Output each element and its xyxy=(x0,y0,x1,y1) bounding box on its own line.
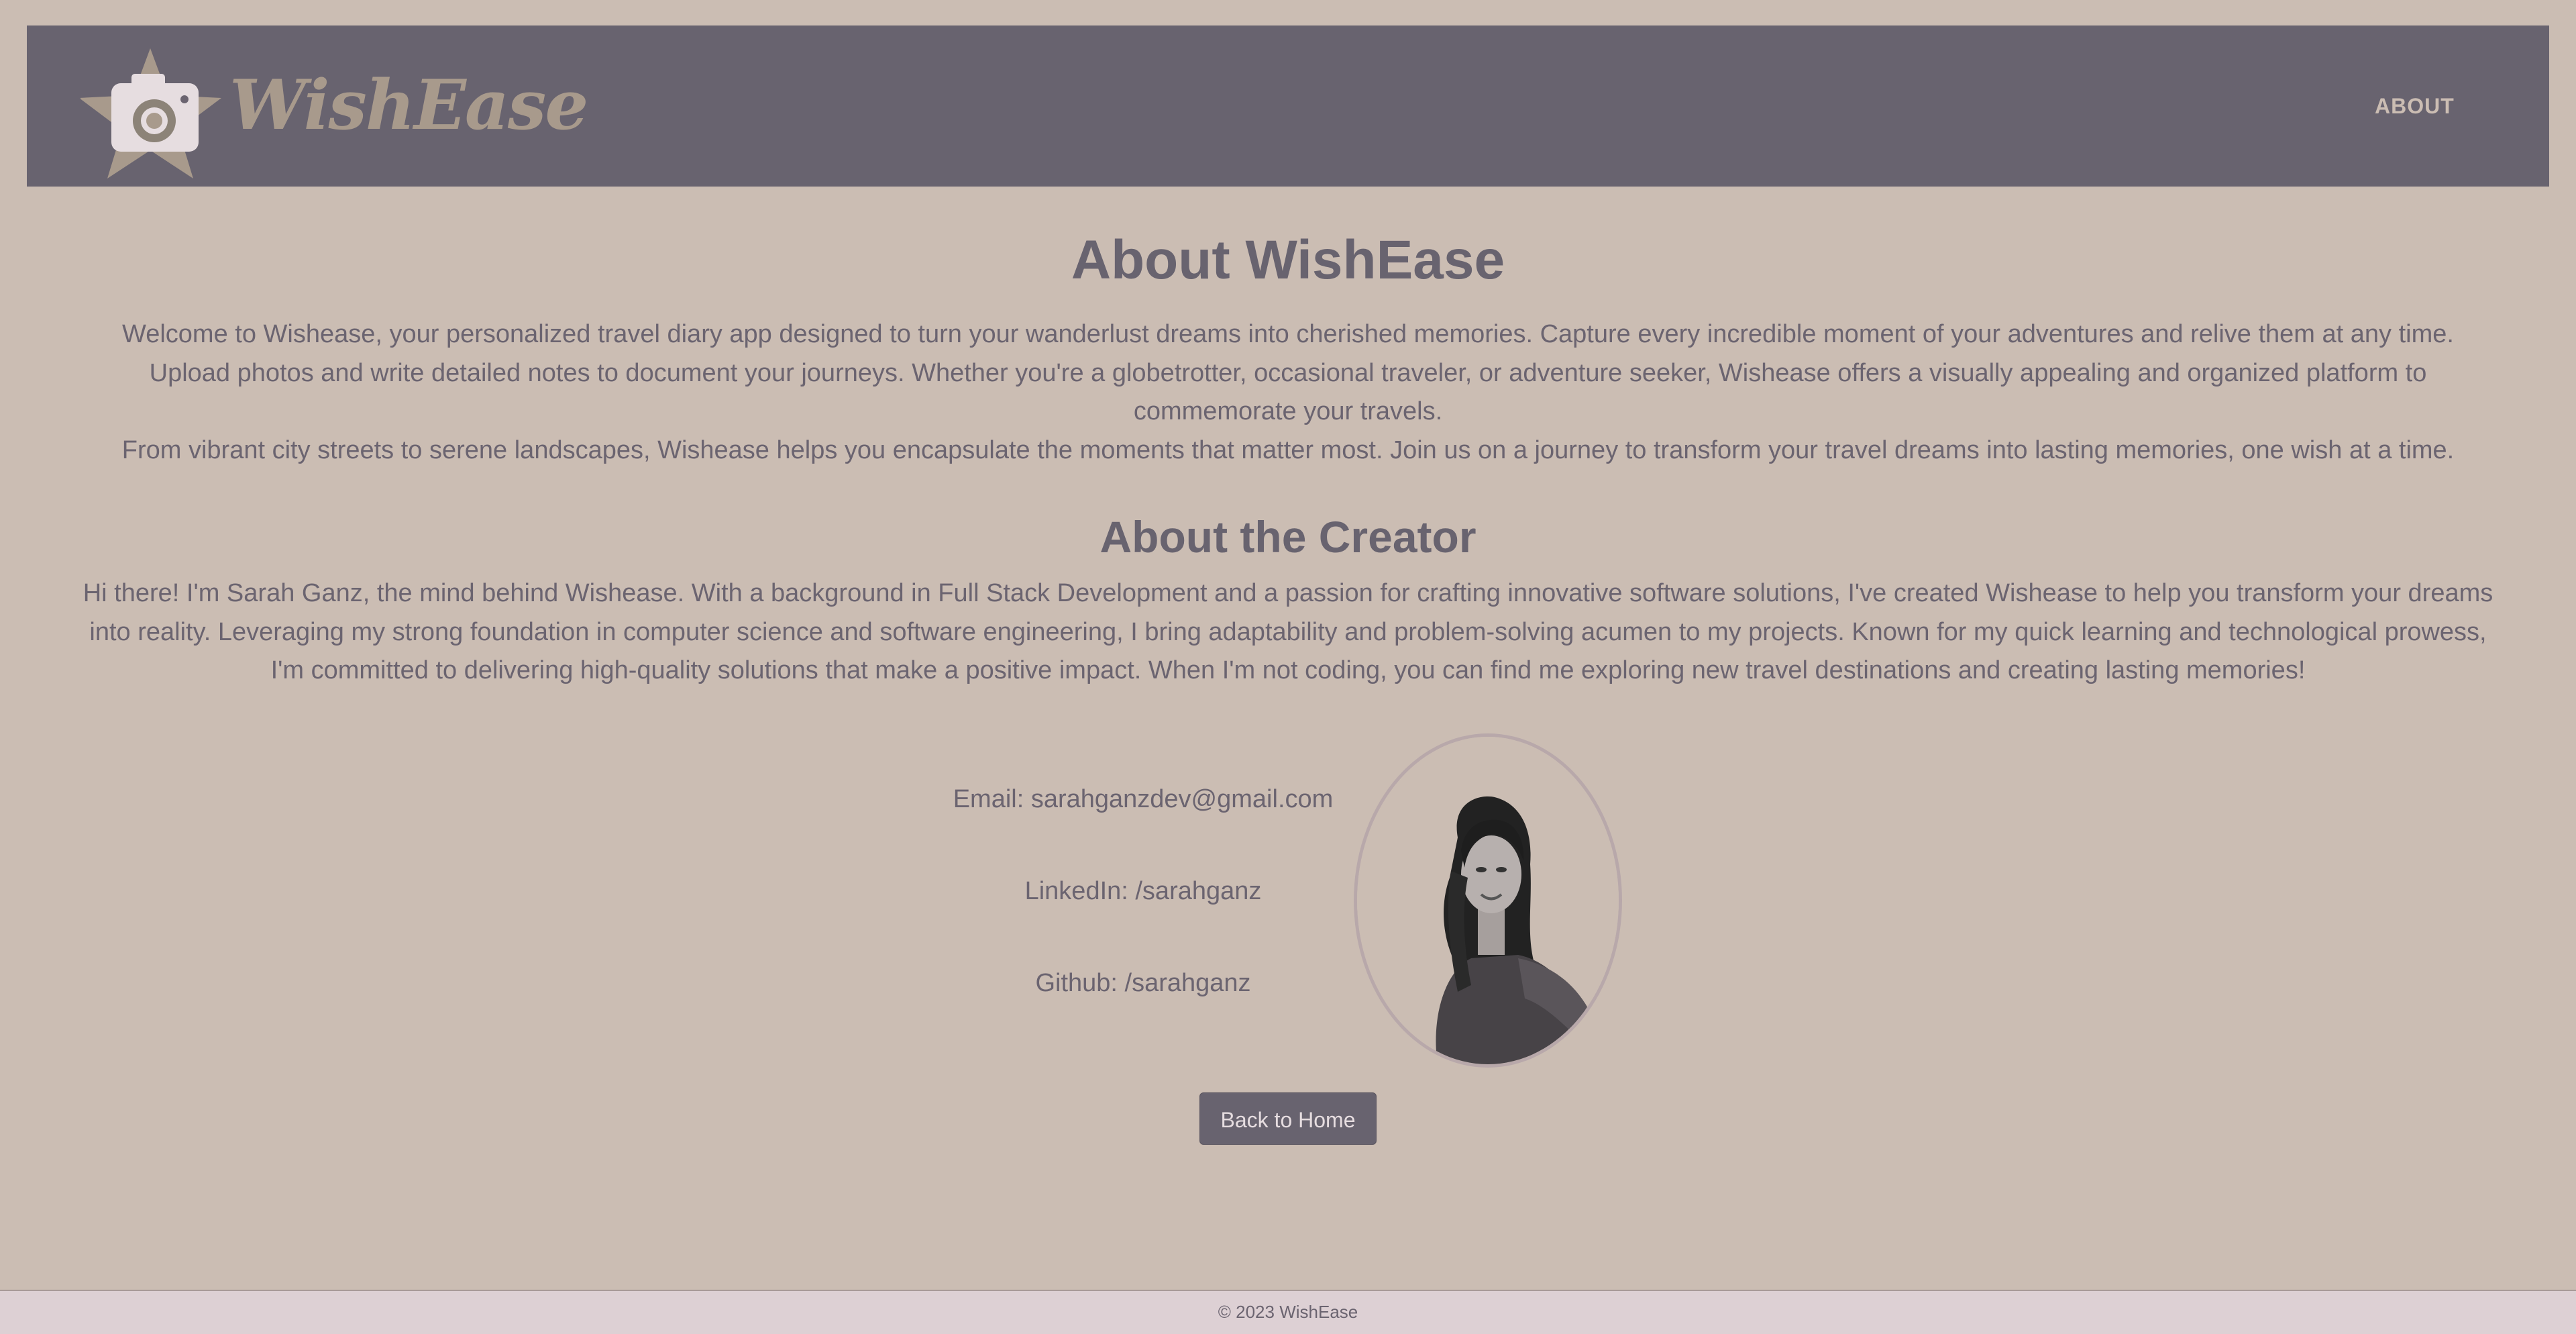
about-paragraph-line: From vibrant city streets to serene land… xyxy=(121,435,2455,464)
navbar: WishEase ABOUT xyxy=(27,25,2549,187)
footer: © 2023 WishEase xyxy=(0,1290,2576,1334)
nav-link-about[interactable]: ABOUT xyxy=(2375,93,2455,119)
back-to-home-button[interactable]: Back to Home xyxy=(1199,1092,1377,1145)
contact-linkedin[interactable]: LinkedIn: /sarahganz xyxy=(875,874,1411,908)
brand-logo-link[interactable]: WishEase xyxy=(80,36,588,178)
creator-paragraph-line: Hi there! I'm Sarah Ganz, the mind behin… xyxy=(83,579,2493,607)
about-paragraph: Welcome to Wishease, your personalized t… xyxy=(0,315,2576,470)
creator-title: About the Creator xyxy=(1099,512,1477,562)
contact-github[interactable]: Github: /sarahganz xyxy=(875,966,1411,1000)
camera-star-logo-icon xyxy=(80,48,221,178)
creator-photo xyxy=(1354,733,1622,1068)
about-paragraph-line: Upload photos and write detailed notes t… xyxy=(149,358,2427,387)
creator-paragraph-line: I'm committed to delivering high-quality… xyxy=(270,656,2306,684)
creator-portrait-image xyxy=(1357,737,1619,1064)
footer-copyright: © 2023 WishEase xyxy=(1218,1302,1358,1322)
page-title: About WishEase xyxy=(1071,229,1505,291)
about-paragraph-line: commemorate your travels. xyxy=(1133,397,1443,425)
creator-paragraph: Hi there! I'm Sarah Ganz, the mind behin… xyxy=(0,574,2576,690)
creator-paragraph-line: into reality. Leveraging my strong found… xyxy=(89,617,2487,646)
about-paragraph-line: Welcome to Wishease, your personalized t… xyxy=(122,320,2454,348)
brand-name: WishEase xyxy=(229,65,588,146)
contact-email[interactable]: Email: sarahganzdev@gmail.com xyxy=(875,782,1411,816)
